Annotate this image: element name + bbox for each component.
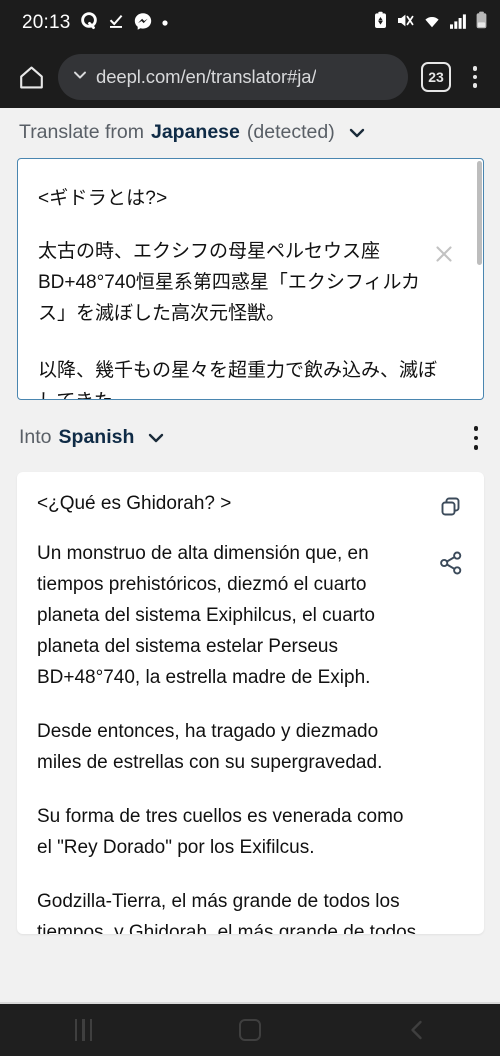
close-icon[interactable] [429,239,459,269]
source-paragraph: 太古の時、エクシフの母星ペルセウス座BD+48°740恒星系第四惑星「エクシフィ… [38,241,420,324]
translation-text-content: <¿Qué es Ghidorah? > Un monstruo de alta… [17,472,484,934]
source-paragraphs: 太古の時、エクシフの母星ペルセウス座BD+48°740恒星系第四惑星「エクシフィ… [38,236,438,399]
share-icon[interactable] [434,546,468,580]
messenger-icon [134,12,152,35]
chevron-down-icon[interactable] [145,427,167,449]
battery-icon [475,11,488,35]
chevron-down-icon [71,66,89,89]
translation-paragraph: Un monstruo de alta dimensión que, en ti… [37,542,375,688]
into-label: Into [19,426,52,449]
recents-icon[interactable] [43,1003,123,1056]
browser-toolbar: deepl.com/en/translator#ja/ 23 [0,46,500,108]
source-text-content: <ギドラとは?> 太古の時、エクシフの母星ペルセウス座BD+48°740恒星系第… [18,159,483,399]
translation-output-panel[interactable]: <¿Qué es Ghidorah? > Un monstruo de alta… [17,471,484,934]
translation-paragraph: Godzilla-Tierra, el más grande de todos … [37,890,417,934]
home-icon[interactable] [8,54,54,100]
source-language-header: Translate from Japanese (detected) [0,108,500,154]
phone-screen: 20:13 deepl.com/en/translator#ja/ 23 Tra… [0,0,500,1056]
target-language-name[interactable]: Spanish [59,426,135,449]
translation-options-menu-icon[interactable] [466,422,487,454]
url-bar[interactable]: deepl.com/en/translator#ja/ [58,54,408,100]
translation-title-line: <¿Qué es Ghidorah? > [37,492,232,514]
tab-counter-button[interactable]: 23 [421,62,451,92]
back-chevron-icon[interactable] [377,1003,457,1056]
quora-icon [80,11,98,35]
url-text: deepl.com/en/translator#ja/ [96,66,317,87]
copy-icon[interactable] [434,490,468,524]
signal-icon [449,12,468,35]
translation-paragraph: Desde entonces, ha tragado y diezmado mi… [37,720,383,773]
source-scrollbar-thumb[interactable] [477,161,482,265]
detected-note: (detected) [246,121,335,143]
source-title-line: <ギドラとは?> [38,188,168,209]
page-content: Translate from Japanese (detected) <ギドラと… [0,108,500,1002]
translation-paragraph: Su forma de tres cuellos es venerada com… [37,805,404,858]
source-paragraph: 以降、幾千もの星々を超重力で飲み込み、滅ぼしてきた。 [38,360,438,399]
battery-saver-icon [372,11,389,35]
status-clock: 20:13 [22,12,71,33]
download-complete-icon [107,12,125,35]
translation-paragraphs: Un monstruo de alta dimensión que, en ti… [37,538,418,934]
status-bar: 20:13 [0,0,500,46]
source-language-name[interactable]: Japanese [151,121,240,144]
target-language-header: Into Spanish [0,400,500,462]
translation-action-buttons [434,490,468,580]
status-bar-left: 20:13 [22,11,169,35]
dot-icon [161,14,169,32]
mute-vibrate-icon [396,11,415,35]
source-scrollbar[interactable] [477,159,483,399]
chevron-down-icon[interactable] [346,122,368,144]
android-nav-bar [0,1002,500,1056]
status-bar-right [372,11,488,35]
translate-from-label: Translate from [19,121,144,143]
source-text-panel[interactable]: <ギドラとは?> 太古の時、エクシフの母星ペルセウス座BD+48°740恒星系第… [17,158,484,400]
wifi-icon [422,12,442,35]
home-square-icon[interactable] [210,1003,290,1056]
browser-menu-icon[interactable] [460,66,490,88]
